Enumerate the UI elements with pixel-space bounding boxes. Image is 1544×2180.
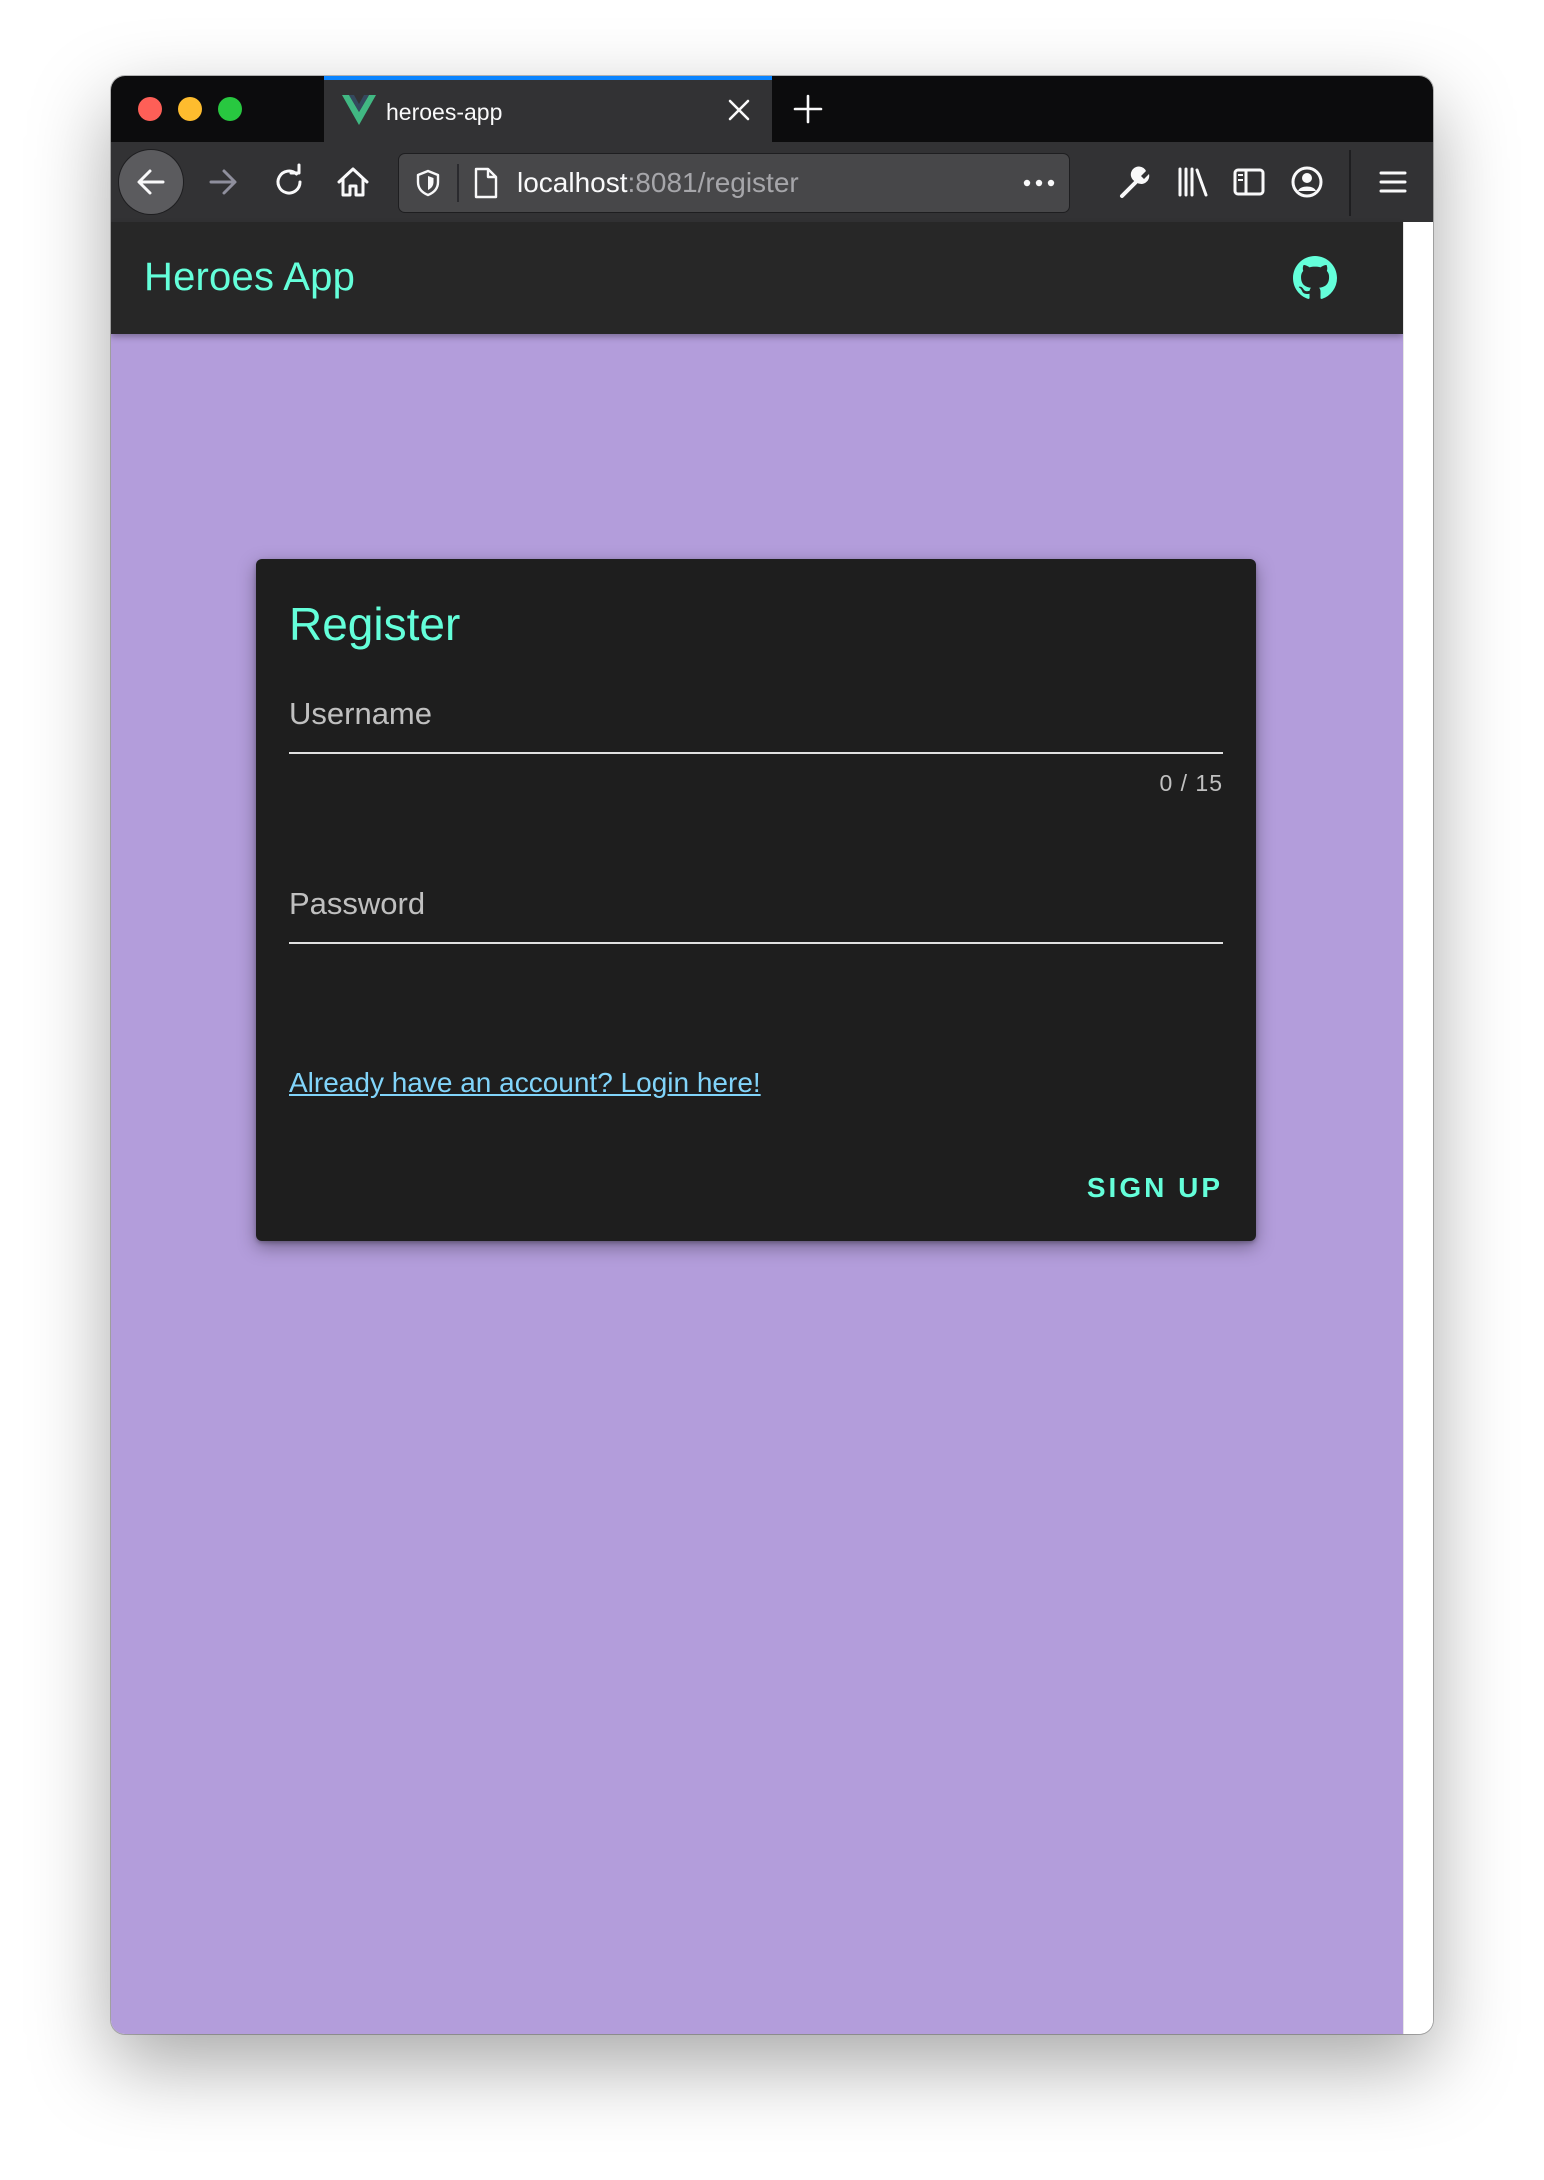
toolbar-separator [1349,150,1351,216]
vue-logo-icon [342,95,376,125]
hamburger-menu-icon[interactable] [1373,162,1413,202]
browser-window: heroes-app localhost:8081/register Heroe… [111,76,1433,2034]
username-counter: 0 / 15 [1159,770,1223,796]
account-icon[interactable] [1287,162,1327,202]
tab-strip: heroes-app [111,76,1433,142]
password-underline [289,942,1223,944]
register-card: Register Username 0 / 15 Password Alread… [256,559,1256,1241]
github-icon[interactable] [1293,256,1337,300]
page-icon[interactable] [473,167,499,199]
password-input[interactable] [289,886,1227,944]
url-separator [457,164,459,202]
close-window-button[interactable] [138,97,162,121]
tab-title: heroes-app [386,99,503,125]
home-icon[interactable] [333,162,373,202]
arrow-left-icon [137,169,165,195]
username-underline [289,752,1223,754]
page-content: Heroes App Register Username 0 / 15 Pass… [111,222,1403,2034]
wrench-icon[interactable] [1115,162,1155,202]
url-path: :8081/register [627,167,799,198]
close-tab-icon[interactable] [726,97,752,123]
arrow-right-icon[interactable] [203,162,243,202]
zoom-window-button[interactable] [218,97,242,121]
new-tab-icon[interactable] [792,93,824,125]
sidebar-icon[interactable] [1229,162,1269,202]
library-icon[interactable] [1173,162,1213,202]
reload-icon[interactable] [269,162,309,202]
address-bar[interactable]: localhost:8081/register [399,154,1069,212]
app-bar: Heroes App [111,222,1403,334]
back-button[interactable] [119,150,183,214]
url-text[interactable]: localhost:8081/register [517,167,799,199]
shield-icon[interactable] [413,168,443,198]
navigation-toolbar: localhost:8081/register [111,142,1433,222]
register-title: Register [289,598,461,650]
page-actions-icon[interactable] [1021,172,1057,194]
username-input[interactable] [289,696,1227,754]
browser-tab[interactable]: heroes-app [324,76,772,142]
url-host: localhost [517,167,628,198]
signup-button[interactable]: SIGN UP [1087,1171,1223,1205]
page-scrollbar[interactable] [1403,222,1433,2034]
minimize-window-button[interactable] [178,97,202,121]
app-title[interactable]: Heroes App [144,254,355,300]
login-link[interactable]: Already have an account? Login here! [289,1066,761,1100]
